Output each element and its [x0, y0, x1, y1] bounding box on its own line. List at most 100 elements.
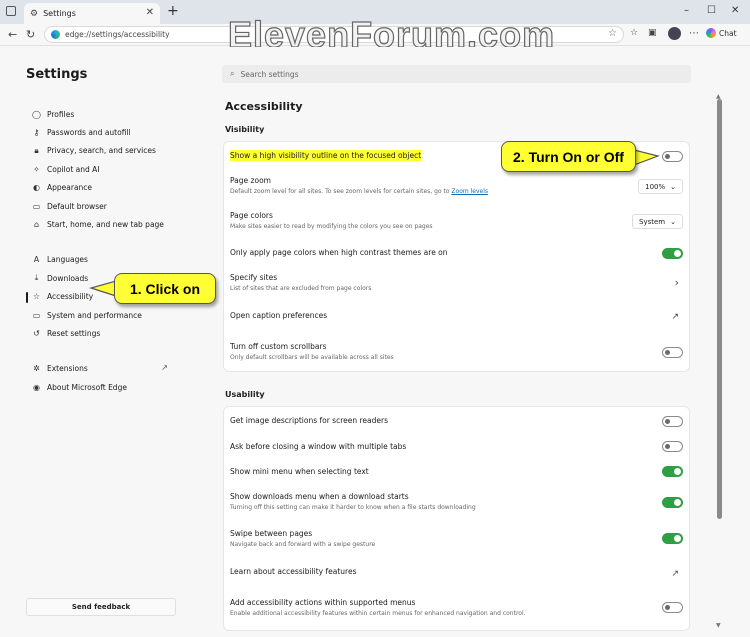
- sidebar-item-label: Start, home, and new tab page: [47, 220, 164, 230]
- sidebar-item-privacy[interactable]: 🔒︎ Privacy, search, and services: [26, 142, 196, 160]
- sidebar-nav: ◯ Profiles ⚷ Passwords and autofill 🔒︎ Priv…: [26, 105, 196, 396]
- chevron-right-icon[interactable]: ›: [675, 276, 679, 289]
- ask-before-closing-row: Ask before closing a window with multipl…: [230, 442, 685, 451]
- custom-scrollbars-title: Turn off custom scrollbars: [230, 342, 327, 351]
- favorite-star-icon[interactable]: ☆: [608, 28, 617, 39]
- sidebar-item-system[interactable]: ▭ System and performance: [26, 306, 196, 324]
- avatar[interactable]: [668, 27, 681, 40]
- maximize-button[interactable]: ☐: [707, 5, 716, 16]
- workspaces-icon[interactable]: [6, 6, 16, 16]
- search-box[interactable]: ⌕: [222, 65, 691, 83]
- sidebar-item-label: Copilot and AI: [47, 164, 100, 174]
- sidebar-item-label: System and performance: [47, 310, 142, 320]
- close-tab-icon[interactable]: ✕: [146, 7, 154, 18]
- high-visibility-toggle[interactable]: [662, 151, 683, 162]
- browser-icon: ▭: [32, 201, 41, 211]
- page-zoom-desc: Default zoom level for all sites. To see…: [230, 188, 489, 195]
- swipe-desc: Navigate back and forward with a swipe g…: [230, 541, 376, 548]
- sidebar-item-copilot[interactable]: ✧ Copilot and AI: [26, 160, 196, 178]
- languages-icon: A: [33, 255, 40, 265]
- page-title: Settings: [26, 67, 88, 82]
- visibility-heading: Visibility: [225, 125, 265, 134]
- collections-icon[interactable]: ▣: [648, 28, 657, 38]
- downloads-menu-toggle[interactable]: [662, 497, 683, 508]
- close-window-button[interactable]: ✕: [731, 5, 739, 16]
- page-zoom-title: Page zoom: [230, 176, 271, 185]
- a11y-actions-row: Add accessibility actions within support…: [230, 598, 685, 617]
- search-input[interactable]: [240, 69, 641, 79]
- new-tab-button[interactable]: +: [167, 3, 179, 19]
- high-contrast-row: Only apply page colors when high contras…: [230, 248, 685, 257]
- copilot-icon: [706, 28, 716, 38]
- sidebar-item-label: Passwords and autofill: [47, 128, 131, 138]
- sidebar-item-start-home[interactable]: ⌂ Start, home, and new tab page: [26, 215, 196, 233]
- custom-scrollbars-row: Turn off custom scrollbars Only default …: [230, 342, 685, 361]
- external-link-icon[interactable]: ↗: [671, 569, 679, 579]
- page-colors-dropdown[interactable]: System ⌄: [632, 214, 683, 229]
- sidebar-item-reset[interactable]: ↺ Reset settings: [26, 324, 196, 342]
- puzzle-icon: ✲: [33, 364, 40, 374]
- sidebar-item-about[interactable]: ◉ About Microsoft Edge: [26, 378, 196, 396]
- sidebar-item-profiles[interactable]: ◯ Profiles: [26, 105, 196, 123]
- image-descriptions-row: Get image descriptions for screen reader…: [230, 416, 685, 425]
- reset-icon: ↺: [33, 328, 40, 338]
- key-icon: ⚷: [33, 128, 40, 138]
- image-descriptions-label: Get image descriptions for screen reader…: [230, 416, 388, 425]
- page-colors-row: Page colors Make sites easier to read by…: [230, 211, 685, 230]
- refresh-icon[interactable]: ↻: [26, 28, 35, 41]
- sidebar-item-languages[interactable]: A Languages: [26, 251, 196, 269]
- laptop-icon: ▭: [32, 310, 41, 320]
- sidebar-item-label: Extensions: [47, 364, 88, 374]
- high-contrast-toggle[interactable]: [662, 248, 683, 259]
- scroll-down-arrow-icon[interactable]: ▼: [716, 622, 721, 629]
- search-icon: ⌕: [230, 69, 235, 78]
- palette-icon: ◐: [33, 183, 40, 193]
- sidebar-item-label: Appearance: [47, 183, 93, 193]
- ask-before-closing-toggle[interactable]: [662, 441, 683, 452]
- favorites-icon[interactable]: ☆: [630, 28, 638, 38]
- sidebar-item-passwords[interactable]: ⚷ Passwords and autofill: [26, 123, 196, 141]
- settings-page: Settings ⌕ ◯ Profiles ⚷ Passwords and auto…: [0, 47, 750, 637]
- learn-a11y-row[interactable]: Learn about accessibility features: [230, 567, 685, 576]
- sidebar-item-extensions[interactable]: ✲ Extensions ↗: [26, 360, 196, 378]
- mini-menu-toggle[interactable]: [662, 466, 683, 477]
- tab-title: Settings: [43, 9, 76, 18]
- high-visibility-label: Show a high visibility outline on the fo…: [230, 150, 422, 161]
- specify-sites-row[interactable]: Specify sites List of sites that are exc…: [230, 273, 685, 292]
- sidebar-item-default-browser[interactable]: ▭ Default browser: [26, 197, 196, 215]
- swipe-toggle[interactable]: [662, 533, 683, 544]
- zoom-levels-link[interactable]: Zoom levels: [451, 188, 488, 195]
- tab-settings[interactable]: ⚙ Settings ✕: [24, 3, 160, 24]
- swipe-row: Swipe between pages Navigate back and fo…: [230, 529, 685, 548]
- home-icon: ⌂: [33, 220, 40, 230]
- a11y-actions-desc: Enable additional accessibility features…: [230, 610, 526, 617]
- download-icon: ⤓: [34, 273, 39, 283]
- specify-sites-title: Specify sites: [230, 273, 278, 282]
- sidebar-item-label: Languages: [47, 255, 88, 265]
- url-text: edge://settings/accessibility: [65, 30, 170, 39]
- scrollbar-thumb[interactable]: [717, 99, 722, 519]
- page-zoom-dropdown[interactable]: 100% ⌄: [638, 179, 683, 194]
- sidebar-item-label: Privacy, search, and services: [47, 146, 156, 156]
- a11y-actions-toggle[interactable]: [662, 602, 683, 613]
- copilot-icon: ✧: [33, 164, 40, 174]
- mini-menu-label: Show mini menu when selecting text: [230, 467, 369, 476]
- image-descriptions-toggle[interactable]: [662, 416, 683, 427]
- sidebar-item-appearance[interactable]: ◐ Appearance: [26, 179, 196, 197]
- learn-a11y-label: Learn about accessibility features: [230, 567, 357, 576]
- sidebar-item-label: Accessibility: [47, 292, 94, 302]
- page-colors-title: Page colors: [230, 211, 273, 220]
- copilot-chat-button[interactable]: Chat: [706, 28, 737, 38]
- caption-prefs-row[interactable]: Open caption preferences: [230, 311, 685, 320]
- more-menu-icon[interactable]: ⋯: [689, 28, 699, 39]
- sidebar-item-label: Profiles: [47, 109, 75, 119]
- a11y-actions-title: Add accessibility actions within support…: [230, 598, 416, 607]
- callout-step-1: 1. Click on: [114, 273, 216, 304]
- back-arrow-icon[interactable]: ←: [8, 28, 17, 41]
- page-zoom-row: Page zoom Default zoom level for all sit…: [230, 176, 685, 195]
- external-link-icon[interactable]: ↗: [671, 312, 679, 322]
- minimize-button[interactable]: –: [684, 5, 689, 16]
- custom-scrollbars-toggle[interactable]: [662, 347, 683, 358]
- custom-scrollbars-desc: Only default scrollbars will be availabl…: [230, 354, 394, 361]
- send-feedback-button[interactable]: Send feedback: [26, 598, 176, 616]
